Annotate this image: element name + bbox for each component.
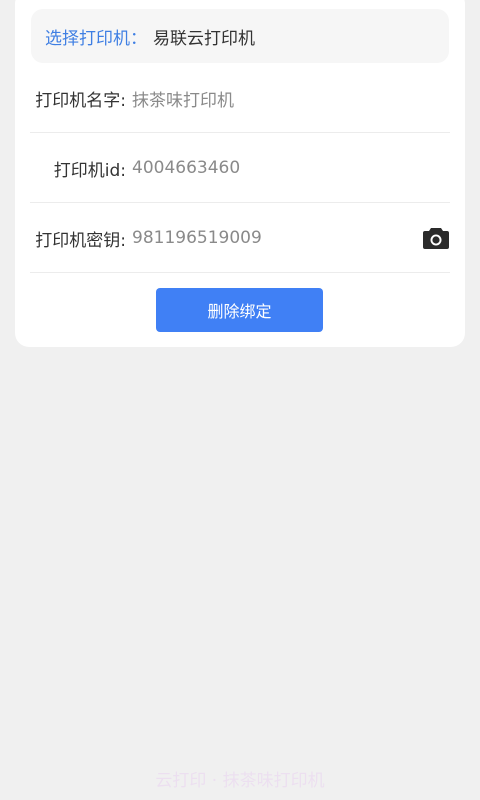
printer-select[interactable]: 选择打印机： 易联云打印机: [31, 9, 449, 63]
printer-select-label: 选择打印机：: [45, 28, 147, 49]
printer-settings-card: 选择打印机： 易联云打印机 打印机名字: 打印机id: 打印机密钥: 删除绑定: [15, 0, 465, 347]
delete-binding-button[interactable]: 删除绑定: [156, 288, 323, 332]
printer-name-row: 打印机名字:: [30, 64, 450, 133]
printer-key-input[interactable]: [132, 228, 372, 248]
printer-name-input[interactable]: [132, 88, 372, 108]
camera-icon[interactable]: [422, 226, 450, 250]
printer-key-row: 打印机密钥:: [30, 204, 450, 273]
printer-select-value: 易联云打印机: [153, 28, 255, 49]
printer-key-label: 打印机密钥:: [35, 230, 126, 251]
printer-id-input[interactable]: [132, 158, 372, 178]
printer-id-label: 打印机id:: [53, 160, 126, 181]
printer-name-label: 打印机名字:: [35, 90, 126, 111]
watermark-text: 云打印 · 抹茶味打印机: [155, 771, 325, 791]
printer-id-row: 打印机id:: [30, 134, 450, 203]
